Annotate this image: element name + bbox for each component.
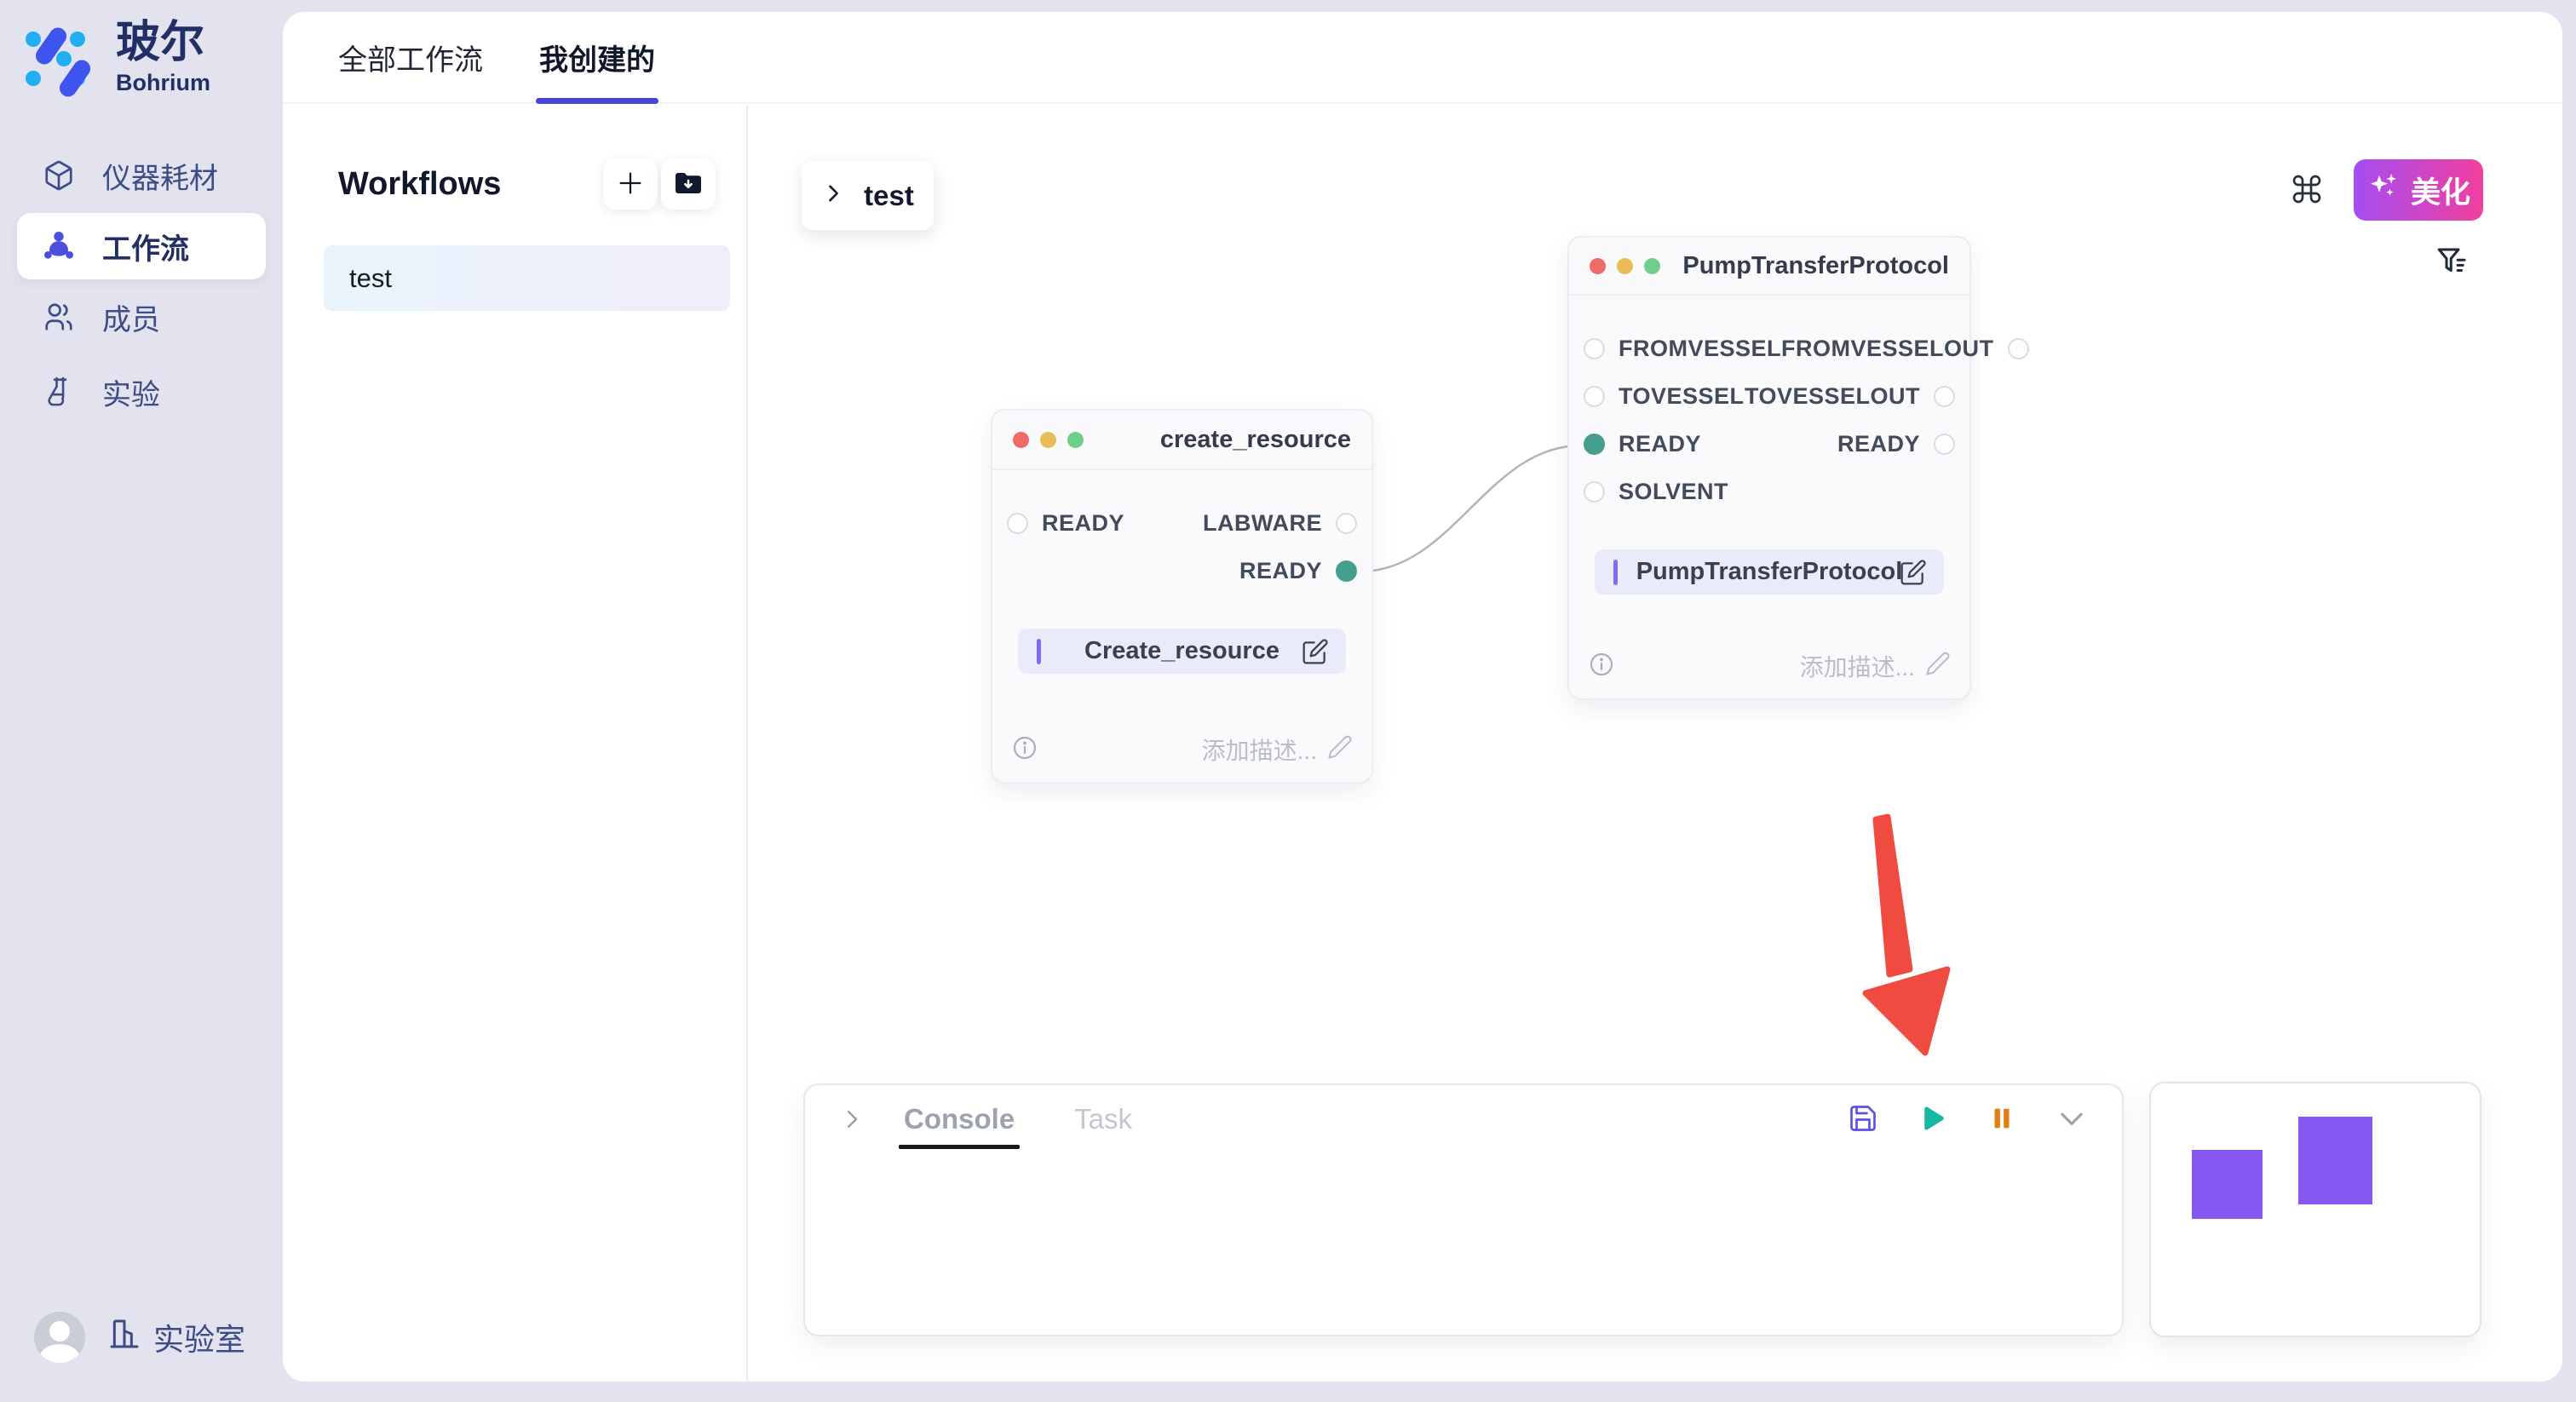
brand-logo: 玻尔 Bohrium xyxy=(24,17,210,103)
workflows-title: Workflows xyxy=(338,166,501,203)
avatar[interactable] xyxy=(34,1312,85,1363)
building-icon xyxy=(107,1317,141,1359)
folder-download-icon xyxy=(673,168,704,201)
workspace-label: 实验室 xyxy=(153,1315,245,1359)
input-port-tovessel[interactable] xyxy=(1584,386,1605,407)
node-action-button[interactable]: PumpTransferProtocol xyxy=(1595,549,1944,595)
dot-green xyxy=(1067,432,1084,448)
sidebar-item-workflows[interactable]: 工作流 xyxy=(17,213,266,279)
sidebar-item-label: 仪器耗材 xyxy=(102,155,218,197)
filter-funnel-icon xyxy=(2435,244,2470,284)
chevron-down-icon xyxy=(2056,1102,2088,1137)
import-folder-button[interactable] xyxy=(661,158,716,210)
dot-yellow xyxy=(1040,432,1056,448)
sparkles-icon xyxy=(2366,170,2401,211)
edit-icon[interactable] xyxy=(1900,559,1927,586)
description-placeholder[interactable]: 添加描述... xyxy=(1202,733,1353,767)
team-icon xyxy=(41,228,77,264)
sidebar-item-label: 实验 xyxy=(102,371,160,413)
sidebar-item-label: 工作流 xyxy=(102,226,189,267)
console-collapse-left-button[interactable] xyxy=(839,1106,865,1132)
run-icon xyxy=(1918,1103,1948,1136)
sidebar-item-label: 成员 xyxy=(102,296,160,338)
console-collapse-button[interactable] xyxy=(2056,1102,2088,1137)
tab-all-workflows[interactable]: 全部工作流 xyxy=(338,12,483,102)
sidebar: 玻尔 Bohrium 仪器耗材 xyxy=(0,0,283,1402)
console-tab[interactable]: Console xyxy=(904,1103,1015,1135)
dot-green xyxy=(1644,258,1660,274)
breadcrumb-label: test xyxy=(864,180,914,212)
output-port-fromvesselout[interactable] xyxy=(2008,338,2029,359)
beautify-button[interactable]: 美化 xyxy=(2354,159,2483,221)
input-port-ready[interactable] xyxy=(1007,513,1028,534)
save-icon xyxy=(1848,1103,1878,1136)
accent-bar xyxy=(1613,560,1618,585)
output-port-tovesselout[interactable] xyxy=(1934,386,1955,407)
task-tab[interactable]: Task xyxy=(1074,1103,1132,1135)
tab-created-by-me[interactable]: 我创建的 xyxy=(539,12,655,102)
console-panel: Console Task xyxy=(803,1083,2124,1336)
beautify-label: 美化 xyxy=(2411,169,2470,212)
plus-icon xyxy=(616,169,645,200)
node-title: PumpTransferProtocol xyxy=(1682,252,1949,280)
output-port-labware[interactable] xyxy=(1336,513,1357,534)
box-icon xyxy=(41,158,77,193)
test-tube-icon xyxy=(41,374,77,410)
brand-name-en: Bohrium xyxy=(116,70,210,96)
edit-icon[interactable] xyxy=(1302,638,1329,665)
workflows-panel: Workflows xyxy=(283,106,748,1382)
filter-button[interactable] xyxy=(2433,244,2472,283)
workflow-list-item[interactable]: test xyxy=(324,245,730,311)
command-icon xyxy=(2290,172,2324,210)
info-icon[interactable] xyxy=(1588,651,1615,682)
sidebar-footer: 实验室 xyxy=(34,1312,245,1363)
main-panel: 全部工作流 我创建的 Workflows xyxy=(283,12,2562,1382)
sidebar-item-experiments[interactable]: 实验 xyxy=(0,354,283,429)
workflow-canvas[interactable]: test xyxy=(748,106,2562,1382)
node-action-button[interactable]: Create_resource xyxy=(1018,629,1346,674)
traffic-light-dots xyxy=(1013,432,1084,448)
accent-bar xyxy=(1037,639,1041,664)
output-port-ready[interactable] xyxy=(1336,560,1357,582)
save-button[interactable] xyxy=(1848,1103,1878,1136)
app-root: 玻尔 Bohrium 仪器耗材 xyxy=(0,0,2576,1402)
pause-button[interactable] xyxy=(1987,1104,2016,1135)
sidebar-nav: 仪器耗材 工作流 xyxy=(0,138,283,429)
breadcrumb[interactable]: test xyxy=(802,161,934,230)
minimap[interactable] xyxy=(2149,1082,2481,1337)
auto-layout-button[interactable] xyxy=(2288,172,2326,210)
header-tabs: 全部工作流 我创建的 xyxy=(283,12,2562,104)
workflow-list: test xyxy=(283,210,746,311)
input-port-ready[interactable] xyxy=(1584,434,1605,455)
traffic-light-dots xyxy=(1590,258,1660,274)
brand-name-zh: 玻尔 xyxy=(116,18,204,67)
input-port-solvent[interactable] xyxy=(1584,481,1605,503)
add-workflow-button[interactable] xyxy=(603,158,658,210)
chevron-right-icon xyxy=(821,181,845,210)
node-create-resource[interactable]: create_resource READY LABWARE xyxy=(991,409,1373,784)
input-port-fromvessel[interactable] xyxy=(1584,338,1605,359)
workspace-switcher[interactable]: 实验室 xyxy=(107,1315,245,1359)
description-placeholder[interactable]: 添加描述... xyxy=(1800,649,1951,683)
run-button[interactable] xyxy=(1918,1103,1948,1136)
output-port-ready[interactable] xyxy=(1934,434,1955,455)
dot-yellow xyxy=(1617,258,1633,274)
sidebar-item-instruments[interactable]: 仪器耗材 xyxy=(0,138,283,213)
sidebar-item-members[interactable]: 成员 xyxy=(0,279,283,354)
minimap-node xyxy=(2192,1150,2263,1219)
pencil-icon xyxy=(1327,734,1353,766)
minimap-node xyxy=(2298,1117,2372,1204)
bohrium-logo-icon xyxy=(24,17,102,103)
info-icon[interactable] xyxy=(1011,734,1038,766)
members-icon xyxy=(41,299,77,335)
node-title: create_resource xyxy=(1160,426,1351,454)
pause-icon xyxy=(1987,1104,2016,1135)
pencil-icon xyxy=(1925,651,1951,682)
node-pump-transfer-protocol[interactable]: PumpTransferProtocol FROMVESSEL FROMVESS… xyxy=(1567,236,1971,700)
dot-red xyxy=(1590,258,1606,274)
dot-red xyxy=(1013,432,1029,448)
